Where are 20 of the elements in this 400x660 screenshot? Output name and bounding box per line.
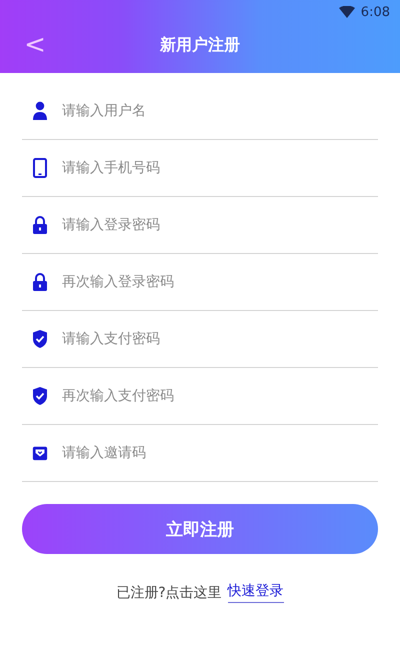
input-field[interactable]: 请输入用户名 xyxy=(62,103,378,119)
shield-check-icon xyxy=(32,386,48,406)
status-time: 6:08 xyxy=(360,4,390,20)
input-field[interactable]: 请输入手机号码 xyxy=(62,160,378,176)
input-field[interactable]: 请输入登录密码 xyxy=(62,217,378,233)
phone-icon xyxy=(32,158,48,178)
lock-icon xyxy=(32,272,48,292)
wifi-icon xyxy=(338,6,355,18)
user-icon xyxy=(32,101,48,121)
lock-icon xyxy=(32,215,48,235)
input-field[interactable]: 再次输入支付密码 xyxy=(62,388,378,404)
input-field[interactable]: 请输入支付密码 xyxy=(62,331,378,347)
footer-text: 已注册?点击这里 xyxy=(116,584,222,602)
back-button[interactable]: < xyxy=(20,30,50,60)
register-button[interactable]: 立即注册 xyxy=(22,504,378,554)
page-title: 新用户注册 xyxy=(158,34,241,56)
input-field[interactable]: 请输入邀请码 xyxy=(62,445,378,461)
shield-check-icon xyxy=(32,329,48,349)
input-field[interactable]: 再次输入登录密码 xyxy=(62,274,378,290)
login-link[interactable]: 快速登录 xyxy=(228,582,284,603)
